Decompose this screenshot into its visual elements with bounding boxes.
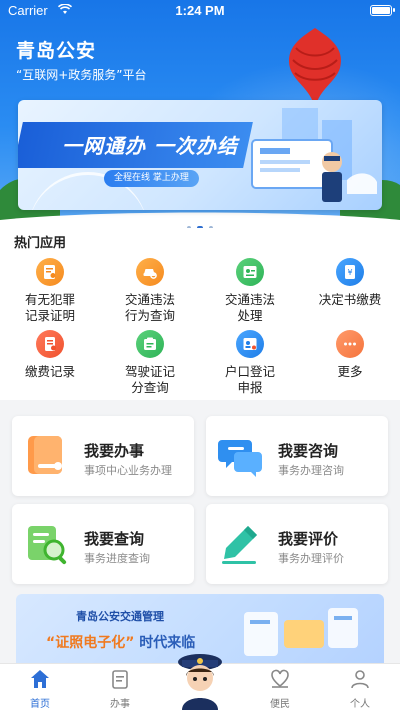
app-subtitle: “互联网+政务服务”平台 [16, 68, 147, 82]
license-icon [136, 330, 164, 358]
banner-pill: 全程在线 掌上办理 [104, 170, 199, 187]
card-consult[interactable]: 我要咨询 事务办理咨询 [206, 416, 388, 496]
battery-icon [370, 5, 395, 16]
promo-highlight: “证照电子化” [46, 635, 135, 651]
app-more[interactable]: 更多 [300, 330, 400, 380]
clock: 1:24 PM [175, 3, 225, 18]
card-apply[interactable]: 我要办事 事项中心业务办理 [12, 416, 194, 496]
tab-label: 个人 [350, 699, 370, 710]
card-desc: 事务办理评价 [278, 552, 344, 565]
tab-label: 首页 [30, 699, 50, 710]
app-label: 交通违法 处理 [224, 292, 275, 323]
card-query[interactable]: 我要查询 事务进度查询 [12, 504, 194, 584]
card-desc: 事务办理咨询 [278, 464, 344, 477]
tab-home[interactable]: 首页 [0, 664, 80, 710]
promo-illustration [244, 608, 358, 656]
promo-line-1: 青岛公安交通管理 [76, 610, 164, 623]
tab-service[interactable]: 便民 [240, 664, 320, 710]
app-label: 户口登记 申报 [224, 364, 275, 395]
app-criminal-record-certificate[interactable]: 有无犯罪 记录证明 [0, 258, 100, 324]
card-title: 我要查询 [84, 530, 145, 548]
card-title: 我要咨询 [278, 442, 339, 460]
affairs-icon [112, 670, 128, 689]
household-icon [236, 330, 264, 358]
carousel-indicator [0, 217, 400, 230]
card-title: 我要办事 [84, 442, 145, 460]
section-title: 热门应用 [14, 236, 67, 251]
tab-label: 便民 [270, 699, 290, 710]
app-label: 更多 [337, 364, 363, 379]
svg-text:¥: ¥ [347, 268, 352, 277]
app-label: 缴费记录 [24, 364, 75, 379]
more-icon [336, 330, 364, 358]
payment-record-icon [36, 330, 64, 358]
tab-personal[interactable]: 个人 [320, 664, 400, 710]
service-cards: 我要办事 事项中心业务办理 我要咨询 事务办理咨询 我要查询 事务进度查询 我要… [0, 404, 400, 594]
apply-icon [28, 436, 62, 474]
tab-label: 办事 [110, 699, 130, 710]
car-search-icon [136, 258, 164, 286]
app-label: 有无犯罪 记录证明 [24, 292, 75, 323]
app-traffic-violation-handling[interactable]: 交通违法 处理 [200, 258, 300, 324]
document-pay-icon: ¥ [336, 258, 364, 286]
app-license-points-query[interactable]: 驾驶证记 分查询 [100, 330, 200, 396]
card-desc: 事务进度查询 [84, 552, 150, 565]
service-icon [271, 669, 289, 688]
banner-scene-illustration [251, 108, 377, 202]
chat-icon [218, 440, 262, 477]
app-decision-payment[interactable]: ¥ 决定书缴费 [300, 258, 400, 308]
ticket-icon [236, 258, 264, 286]
app-traffic-violation-query[interactable]: 交通违法 行为查询 [100, 258, 200, 324]
home-icon [31, 670, 49, 688]
app-label: 决定书缴费 [318, 292, 382, 307]
promo-carousel[interactable]: 一网通办 一次办结 全程在线 掌上办理 [18, 100, 382, 210]
card-title: 我要评价 [278, 530, 339, 548]
edit-icon [222, 526, 257, 564]
app-label: 驾驶证记 分查询 [124, 364, 175, 395]
app-label: 交通违法 行为查询 [124, 292, 175, 323]
search-doc-icon [28, 526, 67, 565]
tab-affairs[interactable]: 办事 [80, 664, 160, 710]
app-household-registration[interactable]: 户口登记 申报 [200, 330, 300, 396]
officer-icon[interactable] [168, 648, 232, 710]
certificate-icon [36, 258, 64, 286]
user-icon [351, 670, 369, 689]
hot-apps-section: 热门应用 有无犯罪 记录证明 交通违法 行为查询 交通违法 处理 ¥ 决定书缴费… [0, 228, 400, 400]
app-payment-records[interactable]: 缴费记录 [0, 330, 100, 380]
app-title: 青岛公安 [16, 40, 97, 62]
card-desc: 事项中心业务办理 [84, 464, 172, 477]
card-evaluate[interactable]: 我要评价 事务办理评价 [206, 504, 388, 584]
